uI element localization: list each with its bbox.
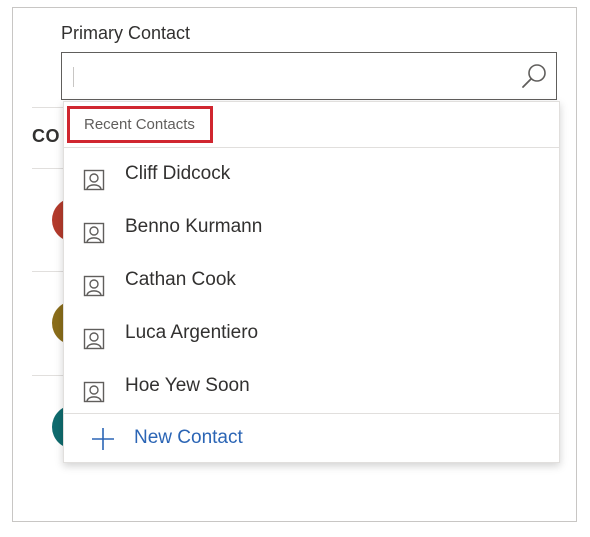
recent-contacts-flyout: Recent Contacts Cliff Didcock Benno Kurm… bbox=[63, 101, 560, 463]
flyout-header: Recent Contacts bbox=[64, 102, 559, 148]
contact-item-cliff-didcock[interactable]: Cliff Didcock bbox=[64, 149, 559, 202]
recent-contacts-label: Recent Contacts bbox=[67, 106, 213, 143]
primary-contact-input[interactable] bbox=[72, 61, 516, 93]
contact-list: Cliff Didcock Benno Kurmann Cathan Cook bbox=[64, 149, 559, 414]
contact-name: Cliff Didcock bbox=[125, 163, 231, 184]
text-cursor bbox=[73, 67, 74, 87]
contact-icon bbox=[83, 381, 105, 403]
contact-item-luca-argentiero[interactable]: Luca Argentiero bbox=[64, 308, 559, 361]
search-button[interactable] bbox=[518, 61, 550, 93]
contact-item-benno-kurmann[interactable]: Benno Kurmann bbox=[64, 202, 559, 255]
contact-icon bbox=[83, 169, 105, 191]
contact-name: Benno Kurmann bbox=[125, 216, 263, 237]
contact-name: Hoe Yew Soon bbox=[125, 375, 250, 396]
contact-name: Cathan Cook bbox=[125, 269, 236, 290]
contact-name: Luca Argentiero bbox=[125, 322, 259, 343]
plus-icon bbox=[92, 428, 114, 450]
contact-item-cathan-cook[interactable]: Cathan Cook bbox=[64, 255, 559, 308]
primary-contact-label: Primary Contact bbox=[61, 23, 191, 43]
new-contact-button[interactable]: New Contact bbox=[64, 413, 559, 462]
section-heading-fragment: CO bbox=[32, 126, 60, 146]
contact-icon bbox=[83, 222, 105, 244]
search-icon bbox=[522, 64, 546, 88]
contact-item-hoe-yew-soon[interactable]: Hoe Yew Soon bbox=[64, 361, 559, 414]
new-contact-label: New Contact bbox=[134, 427, 243, 448]
contact-icon bbox=[83, 328, 105, 350]
primary-contact-lookup[interactable] bbox=[61, 52, 557, 100]
contact-icon bbox=[83, 275, 105, 297]
